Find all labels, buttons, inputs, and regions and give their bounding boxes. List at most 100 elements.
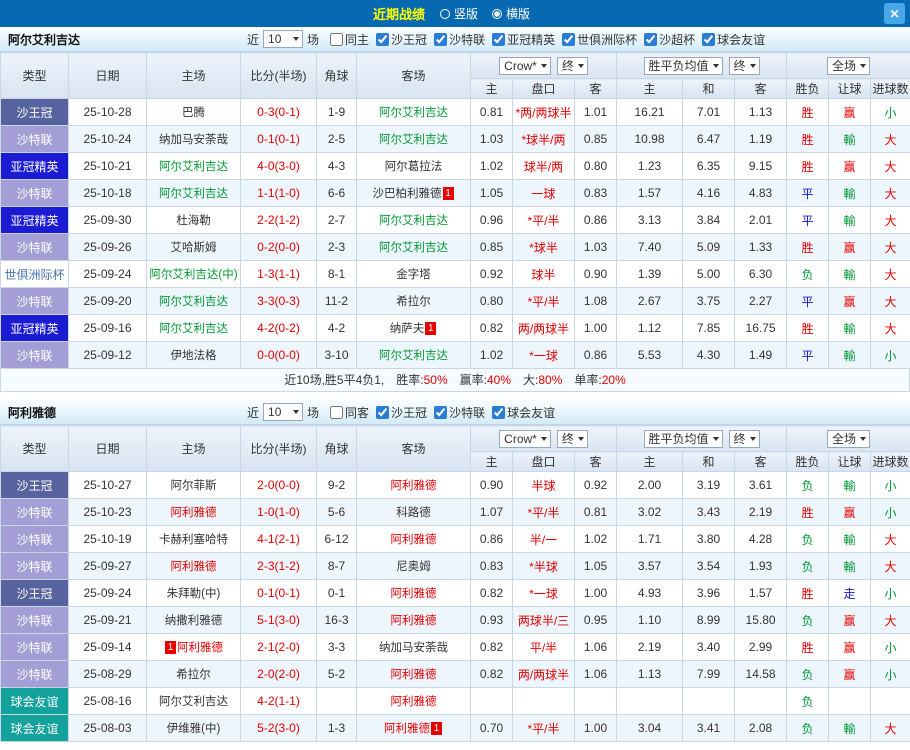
scope-select[interactable]: 全场 bbox=[827, 56, 871, 75]
layout-option-横版[interactable]: 横版 bbox=[492, 5, 530, 22]
col-score: 比分(半场) bbox=[240, 425, 317, 472]
filter-checkbox[interactable] bbox=[562, 32, 576, 46]
home-team-cell: 卡赫利塞哈特 bbox=[146, 525, 241, 553]
avg-draw-cell: 7.01 bbox=[682, 98, 736, 126]
corners-cell: 2-7 bbox=[316, 206, 357, 234]
odds-time-select[interactable]: 终 bbox=[556, 429, 588, 448]
date-cell: 25-10-19 bbox=[68, 525, 147, 553]
home-team-cell: 1 阿利雅德 bbox=[146, 633, 241, 661]
team-link: 阿利雅德 bbox=[170, 561, 217, 573]
match-count-select[interactable]: 10 bbox=[263, 403, 304, 421]
scope-select[interactable]: 全场 bbox=[827, 429, 871, 448]
col-avg-away: 客 bbox=[734, 78, 788, 99]
team-section: 阿尔艾利吉达 近 10 场 同主 沙王冠 沙特联 亚冠精英 世俱洲际杯 沙超杯 球会友谊 类… bbox=[0, 27, 910, 392]
bookmaker-select[interactable]: Crow* bbox=[499, 429, 551, 448]
avg-away-cell: 1.57 bbox=[734, 579, 788, 607]
date-cell: 25-10-21 bbox=[68, 152, 147, 180]
score-cell: 4-0(3-0) bbox=[240, 152, 317, 180]
handicap-cell: 两球半/三 bbox=[512, 606, 575, 634]
chevron-down-icon bbox=[540, 63, 547, 68]
filter-沙王冠[interactable]: 沙王冠 bbox=[376, 404, 427, 421]
avg-draw-cell: 4.16 bbox=[682, 179, 736, 207]
layout-option-竖版[interactable]: 竖版 bbox=[439, 5, 478, 22]
avg-home-cell: 1.23 bbox=[616, 152, 684, 180]
filter-亚冠精英[interactable]: 亚冠精英 bbox=[492, 31, 555, 48]
filter-球会友谊[interactable]: 球会友谊 bbox=[492, 404, 555, 421]
avg-away-cell: 2.99 bbox=[734, 633, 788, 661]
avg-home-cell: 3.57 bbox=[616, 552, 684, 580]
match-count-select[interactable]: 10 bbox=[263, 30, 304, 48]
col-avg-home: 主 bbox=[616, 78, 684, 99]
filter-同主[interactable]: 同主 bbox=[330, 31, 369, 48]
avg-away-cell: 6.30 bbox=[734, 260, 788, 288]
filter-世俱洲际杯[interactable]: 世俱洲际杯 bbox=[562, 31, 637, 48]
filter-checkbox[interactable] bbox=[376, 405, 390, 419]
handicap-result-cell: 赢 bbox=[828, 606, 872, 634]
avg-type-select[interactable]: 胜平负均值 bbox=[643, 56, 723, 75]
avg-draw-cell: 3.96 bbox=[682, 579, 736, 607]
result-cell: 负 bbox=[786, 687, 830, 715]
score-cell: 4-2(0-2) bbox=[240, 314, 317, 342]
avg-away-cell bbox=[734, 687, 788, 715]
team-link: 科路德 bbox=[396, 507, 431, 519]
league-cell: 沙特联 bbox=[0, 125, 69, 153]
filter-checkbox[interactable] bbox=[434, 405, 448, 419]
filter-checkbox[interactable] bbox=[376, 32, 390, 46]
goals-result-cell: 小 bbox=[870, 579, 910, 607]
away-team-cell: 阿利雅德 bbox=[356, 579, 471, 607]
avg-away-cell: 2.27 bbox=[734, 287, 788, 315]
match-row: 世俱洲际杯 25-09-24 阿尔艾利吉达(中) 1-3(1-1) 8-1 金字… bbox=[0, 260, 910, 288]
filter-checkbox[interactable] bbox=[644, 32, 658, 46]
result-cell: 负 bbox=[786, 525, 830, 553]
handicap-cell: *球半/两 bbox=[512, 125, 575, 153]
radio-icon bbox=[439, 8, 450, 19]
goals-result-cell: 大 bbox=[870, 233, 910, 261]
away-team-cell: 尼奥姆 bbox=[356, 552, 471, 580]
home-team-cell: 阿尔艾利吉达 bbox=[146, 152, 241, 180]
filter-同客[interactable]: 同客 bbox=[330, 404, 369, 421]
goals-result-cell: 大 bbox=[870, 125, 910, 153]
filter-checkbox[interactable] bbox=[492, 32, 506, 46]
corners-cell: 2-3 bbox=[316, 233, 357, 261]
team-link: 阿尔艾利吉达 bbox=[379, 134, 448, 146]
section-header: 阿利雅德 近 10 场 同客 沙王冠 沙特联 球会友谊 bbox=[0, 400, 910, 425]
home-team-cell: 朱拜勒(中) bbox=[146, 579, 241, 607]
filter-checkbox[interactable] bbox=[492, 405, 506, 419]
close-button[interactable]: ✕ bbox=[884, 3, 905, 24]
filter-沙王冠[interactable]: 沙王冠 bbox=[376, 31, 427, 48]
handicap-cell: 一球 bbox=[512, 179, 575, 207]
avg-time-select[interactable]: 终 bbox=[728, 429, 760, 448]
handicap-result-cell: 輸 bbox=[828, 206, 872, 234]
filter-checkbox[interactable] bbox=[330, 405, 344, 419]
avg-away-cell: 9.15 bbox=[734, 152, 788, 180]
filter-沙特联[interactable]: 沙特联 bbox=[434, 31, 485, 48]
result-cell: 平 bbox=[786, 179, 830, 207]
filter-checkbox[interactable] bbox=[330, 32, 344, 46]
filter-checkbox[interactable] bbox=[702, 32, 716, 46]
handicap-result-cell: 赢 bbox=[828, 287, 872, 315]
filter-沙特联[interactable]: 沙特联 bbox=[434, 404, 485, 421]
avg-type-select[interactable]: 胜平负均值 bbox=[643, 429, 723, 448]
corners-cell: 6-6 bbox=[316, 179, 357, 207]
handicap-result-cell: 赢 bbox=[828, 98, 872, 126]
handicap-cell: *平/半 bbox=[512, 714, 575, 742]
avg-home-cell: 5.53 bbox=[616, 341, 684, 369]
home-odds-cell: 1.07 bbox=[470, 498, 513, 526]
home-odds-cell: 1.03 bbox=[470, 125, 513, 153]
home-odds-cell: 0.82 bbox=[470, 660, 513, 688]
avg-away-cell: 1.93 bbox=[734, 552, 788, 580]
sections-container: 阿尔艾利吉达 近 10 场 同主 沙王冠 沙特联 亚冠精英 世俱洲际杯 沙超杯 球会友谊 类… bbox=[0, 27, 910, 742]
corners-cell: 3-3 bbox=[316, 633, 357, 661]
filter-沙超杯[interactable]: 沙超杯 bbox=[644, 31, 695, 48]
col-handicap-result: 让球 bbox=[828, 78, 872, 99]
odds-time-select[interactable]: 终 bbox=[556, 56, 588, 75]
filter-球会友谊[interactable]: 球会友谊 bbox=[702, 31, 765, 48]
bookmaker-select[interactable]: Crow* bbox=[499, 56, 551, 75]
avg-time-select[interactable]: 终 bbox=[728, 56, 760, 75]
league-cell: 沙特联 bbox=[0, 525, 69, 553]
filter-checkbox[interactable] bbox=[434, 32, 448, 46]
team-link: 沙巴柏利雅德 bbox=[372, 188, 442, 200]
corners-cell: 5-6 bbox=[316, 498, 357, 526]
result-cell: 胜 bbox=[786, 633, 830, 661]
away-team-cell: 阿尔艾利吉达 bbox=[356, 233, 471, 261]
